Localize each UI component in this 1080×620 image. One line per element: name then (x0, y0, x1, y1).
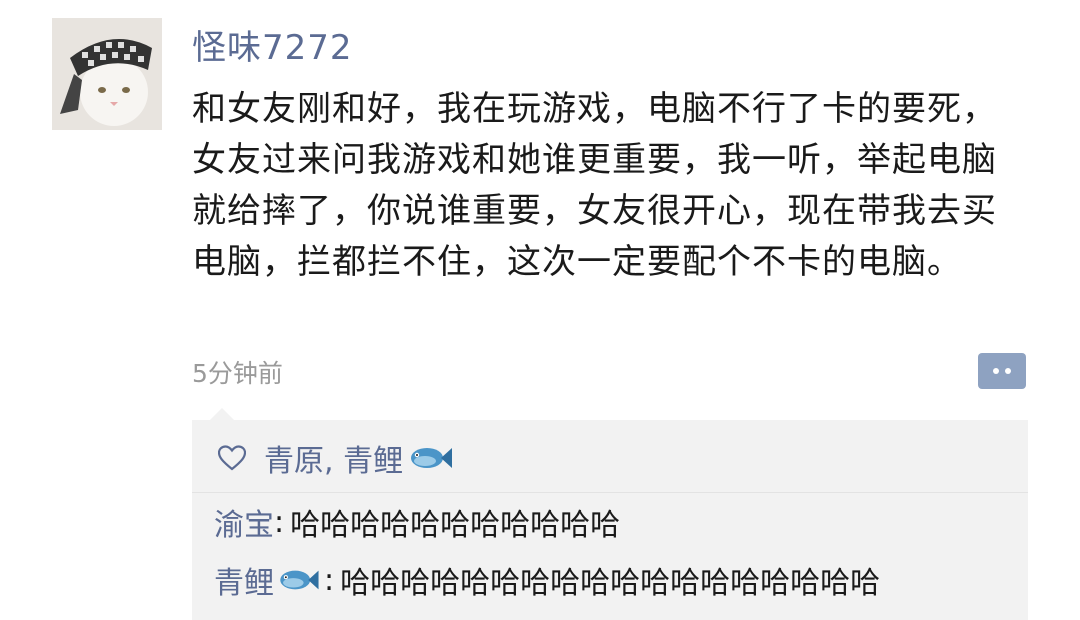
comment-box: 青原, 青鲤 渝宝 : 哈哈哈哈哈哈哈哈哈哈哈 青鲤 : 哈哈哈哈哈哈哈哈哈哈哈… (192, 408, 1028, 620)
likes-names[interactable]: 青原, 青鲤 (264, 436, 403, 480)
divider (192, 492, 1028, 493)
comment-more-button[interactable] (978, 353, 1026, 389)
comment-text: 哈哈哈哈哈哈哈哈哈哈哈哈哈哈哈哈哈哈 (340, 566, 881, 601)
comment-colon: : (274, 504, 285, 540)
username[interactable]: 怪味7272 (192, 20, 353, 69)
heart-icon (218, 445, 246, 471)
fish-icon (411, 448, 453, 468)
comment-item: 渝宝 : 哈哈哈哈哈哈哈哈哈哈哈 (214, 500, 620, 544)
comment-author[interactable]: 青鲤 (214, 558, 274, 602)
fish-icon (280, 570, 319, 590)
avatar[interactable] (52, 18, 162, 130)
comment-item: 青鲤 : 哈哈哈哈哈哈哈哈哈哈哈哈哈哈哈哈哈哈 (214, 558, 880, 602)
post-body: 和女友刚和好，我在玩游戏，电脑不行了卡的要死，女友过来问我游戏和她谁更重要，我一… (192, 89, 997, 282)
dot-icon (993, 368, 999, 374)
dot-icon (1005, 368, 1011, 374)
timestamp: 5分钟前 (192, 359, 283, 388)
comment-colon: : (324, 562, 335, 598)
likes-row: 青原, 青鲤 (218, 436, 453, 480)
comment-text: 哈哈哈哈哈哈哈哈哈哈哈 (290, 508, 621, 543)
comment-author[interactable]: 渝宝 (214, 500, 274, 544)
